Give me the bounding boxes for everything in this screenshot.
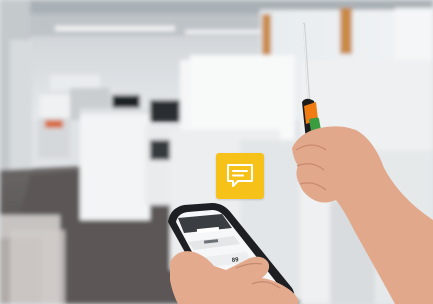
message-badge bbox=[216, 153, 264, 199]
office-background: 89 bbox=[0, 0, 433, 304]
message-icon bbox=[227, 164, 253, 187]
svg-text:89: 89 bbox=[232, 257, 240, 264]
photo-scene: 89 bbox=[0, 0, 433, 304]
